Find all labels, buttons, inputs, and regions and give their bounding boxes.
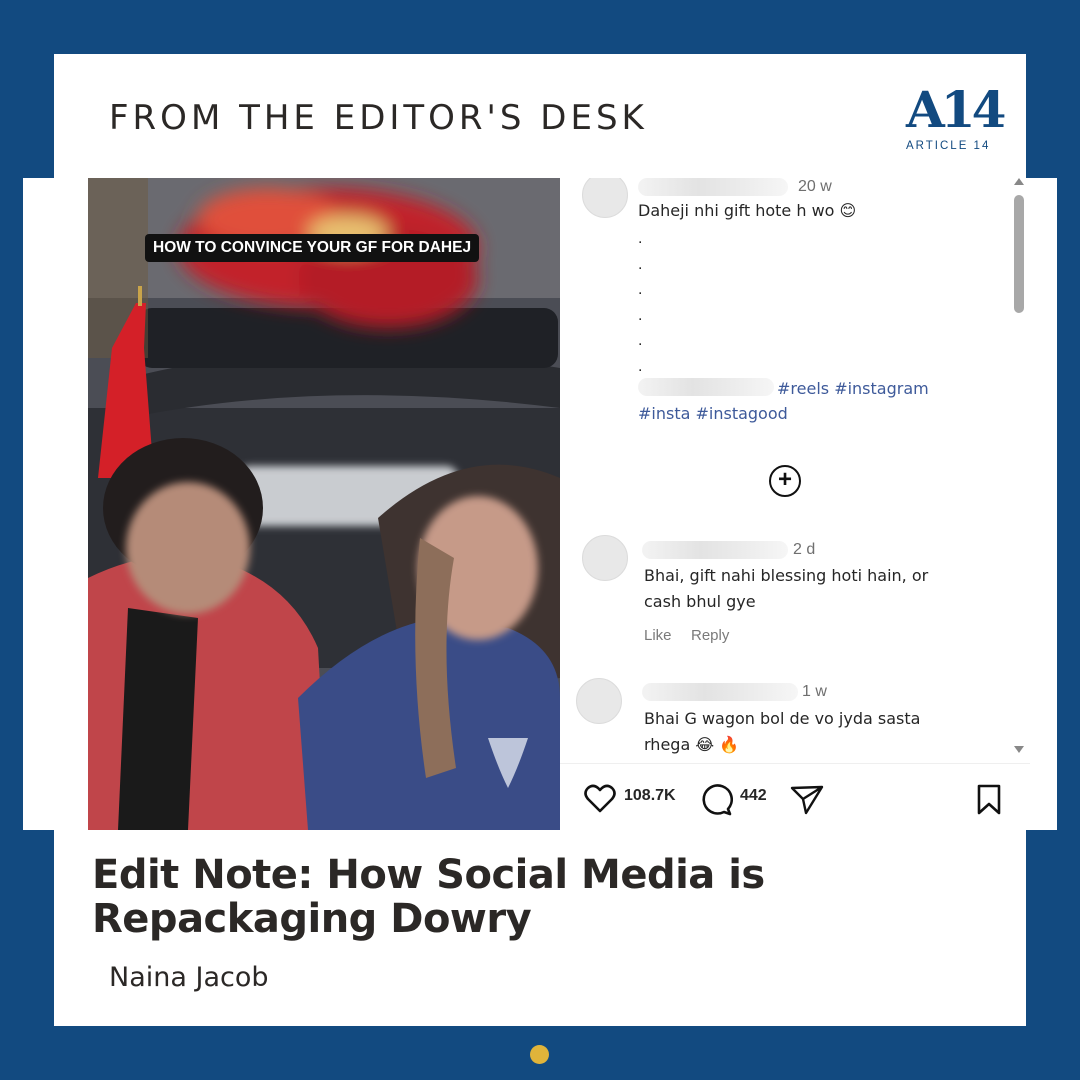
comment-count: 442 xyxy=(740,787,767,804)
dot-line: . xyxy=(638,357,643,375)
section-heading: FROM THE EDITOR'S DESK xyxy=(109,98,648,138)
article14-logo: A14 ARTICLE 14 xyxy=(902,80,1006,156)
article-title: Edit Note: How Social Media is Repackagi… xyxy=(92,852,765,942)
article-author: Naina Jacob xyxy=(109,962,269,993)
comment-time: 2 d xyxy=(793,541,816,558)
comment-time: 20 w xyxy=(798,178,832,195)
comments-list[interactable]: 20 w Daheji nhi gift hote h wo 😊 . . . .… xyxy=(560,178,1030,763)
logo-mark: A14 xyxy=(906,80,1006,139)
dot-line: . xyxy=(638,255,643,273)
comments-scrollbar[interactable] xyxy=(1012,178,1026,760)
reel-video-frame[interactable]: HOW TO CONVINCE YOUR GF FOR DAHEJ xyxy=(88,178,560,830)
caption-dots: . . . . . . xyxy=(638,226,642,379)
screenshot-band-left xyxy=(23,178,63,830)
dot-line: . xyxy=(638,230,643,247)
avatar[interactable] xyxy=(582,535,628,581)
comments-panel: 20 w Daheji nhi gift hote h wo 😊 . . . .… xyxy=(560,178,1030,830)
blurred-username xyxy=(638,378,774,396)
like-count: 108.7K xyxy=(624,787,676,804)
reel-caption-overlay: HOW TO CONVINCE YOUR GF FOR DAHEJ xyxy=(145,234,480,262)
comment-icon[interactable] xyxy=(699,783,733,817)
avatar[interactable] xyxy=(576,678,622,724)
logo-text: ARTICLE 14 xyxy=(906,140,991,152)
comment-time: 1 w xyxy=(802,683,827,700)
hashtags-line-1[interactable]: #reels #instagram xyxy=(777,376,929,401)
reply-link[interactable]: Reply xyxy=(691,627,729,644)
dot-line: . xyxy=(638,306,643,324)
dot-line: . xyxy=(638,332,643,349)
scroll-up-arrow-icon[interactable] xyxy=(1014,178,1024,185)
bookmark-icon[interactable] xyxy=(976,784,1002,816)
car-interior-photo xyxy=(88,178,560,830)
page-indicator-dot[interactable] xyxy=(530,1045,549,1064)
scrollbar-thumb[interactable] xyxy=(1014,195,1024,313)
send-icon[interactable] xyxy=(790,784,824,816)
instagram-post-screenshot: HOW TO CONVINCE YOUR GF FOR DAHEJ 20 w D… xyxy=(88,178,1030,830)
avatar[interactable] xyxy=(582,178,628,218)
comment-text: Daheji nhi gift hote h wo 😊 xyxy=(638,201,857,220)
scroll-down-arrow-icon[interactable] xyxy=(1014,746,1024,753)
plus-circle-icon[interactable]: + xyxy=(769,465,801,497)
comment-text: Bhai, gift nahi blessing hoti hain, or c… xyxy=(644,566,929,611)
blurred-username xyxy=(642,541,788,559)
heart-icon[interactable] xyxy=(584,784,616,814)
post-action-bar: 108.7K 442 xyxy=(560,763,1030,830)
like-comment-link[interactable]: Like xyxy=(644,627,672,644)
blurred-username xyxy=(638,178,788,196)
blurred-username xyxy=(642,683,798,701)
hashtags-line-2[interactable]: #insta #instagood xyxy=(638,401,788,426)
dot-line: . xyxy=(638,281,643,298)
comment-text: Bhai G wagon bol de vo jyda sasta rhega … xyxy=(644,709,921,754)
